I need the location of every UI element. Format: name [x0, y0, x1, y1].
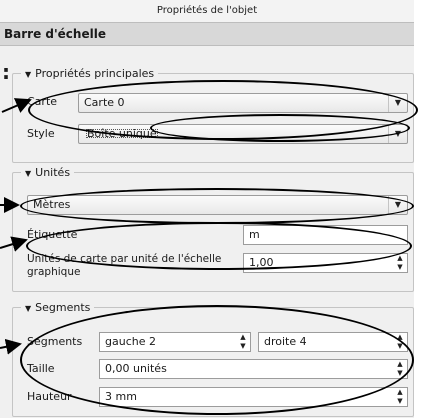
- panel-titlebar: Propriétés de l'objet: [0, 0, 414, 22]
- collapse-triangle-icon: ▼: [25, 304, 32, 313]
- spin-arrows-icon[interactable]: ▲ ▼: [393, 254, 407, 272]
- group-main-properties-header[interactable]: ▼ Propriétés principales: [21, 67, 159, 81]
- spin-up-icon[interactable]: ▲: [397, 254, 402, 262]
- segments-right-value: droite 4: [264, 335, 307, 348]
- map-units-per-bar-label-line1: Unités de carte par unité de l'échelle: [27, 253, 222, 265]
- map-label: Carte: [27, 95, 58, 108]
- spin-arrows-icon[interactable]: ▲ ▼: [393, 360, 407, 378]
- segments-label: Segments: [27, 335, 83, 348]
- group-segments: ▼ Segments Segments gauche 2 ▲ ▼ droite 4 …: [12, 301, 414, 417]
- map-units-per-bar-label-line2: graphique: [27, 266, 81, 278]
- unit-label-input[interactable]: m: [243, 225, 408, 245]
- spin-up-icon[interactable]: ▲: [397, 388, 402, 396]
- style-combobox-value: Boîte unique: [84, 127, 160, 140]
- group-units: ▼ Unités Mètres ▼ Étiquette m Unités de c…: [12, 166, 414, 292]
- margin-colon: :: [2, 60, 10, 84]
- spin-up-icon[interactable]: ▲: [397, 333, 402, 341]
- panel-title: Propriétés de l'objet: [156, 5, 258, 16]
- units-combobox[interactable]: Mètres ▼: [27, 195, 408, 215]
- segments-left-spinbox[interactable]: gauche 2 ▲ ▼: [99, 332, 251, 352]
- group-segments-title: Segments: [35, 301, 91, 314]
- map-units-per-bar-value: 1,00: [249, 256, 274, 269]
- dropdown-arrow-icon: ▼: [388, 94, 407, 112]
- group-main-properties-title: Propriétés principales: [35, 67, 155, 80]
- size-spinbox[interactable]: 0,00 unités ▲ ▼: [99, 359, 408, 379]
- dropdown-arrow-icon: ▼: [388, 196, 407, 214]
- segments-right-spinbox[interactable]: droite 4 ▲ ▼: [258, 332, 408, 352]
- map-combobox-value: Carte 0: [84, 96, 125, 109]
- item-heading: Barre d'échelle: [0, 22, 414, 46]
- spin-down-icon[interactable]: ▼: [397, 263, 402, 271]
- spin-up-icon[interactable]: ▲: [397, 360, 402, 368]
- unit-label-value: m: [249, 228, 260, 241]
- spin-arrows-icon[interactable]: ▲ ▼: [393, 333, 407, 351]
- group-main-properties: ▼ Propriétés principales Carte Carte 0 ▼ …: [12, 67, 414, 163]
- style-label: Style: [27, 127, 55, 140]
- group-segments-header[interactable]: ▼ Segments: [21, 301, 95, 315]
- collapse-triangle-icon: ▼: [25, 169, 32, 178]
- spin-arrows-icon[interactable]: ▲ ▼: [393, 388, 407, 406]
- collapse-triangle-icon: ▼: [25, 70, 32, 79]
- spin-arrows-icon[interactable]: ▲ ▼: [236, 333, 250, 351]
- spin-down-icon[interactable]: ▼: [397, 369, 402, 377]
- map-combobox[interactable]: Carte 0 ▼: [78, 93, 408, 113]
- group-units-title: Unités: [35, 166, 71, 179]
- segments-left-value: gauche 2: [105, 335, 156, 348]
- size-value: 0,00 unités: [105, 362, 167, 375]
- unit-label-label: Étiquette: [27, 228, 78, 241]
- spin-down-icon[interactable]: ▼: [397, 397, 402, 405]
- dropdown-arrow-icon: ▼: [388, 125, 407, 143]
- spin-down-icon[interactable]: ▼: [240, 342, 245, 350]
- height-label: Hauteur: [27, 390, 72, 403]
- item-properties-panel: Propriétés de l'objet Barre d'échelle ▼ P…: [0, 0, 414, 418]
- size-label: Taille: [27, 362, 55, 375]
- spin-up-icon[interactable]: ▲: [240, 333, 245, 341]
- map-units-per-bar-spinbox[interactable]: 1,00 ▲ ▼: [243, 253, 408, 273]
- spin-down-icon[interactable]: ▼: [397, 342, 402, 350]
- units-combobox-value: Mètres: [33, 198, 71, 211]
- height-spinbox[interactable]: 3 mm ▲ ▼: [99, 387, 408, 407]
- height-value: 3 mm: [105, 390, 137, 403]
- item-heading-label: Barre d'échelle: [4, 27, 106, 41]
- style-combobox[interactable]: Boîte unique ▼: [78, 124, 408, 144]
- group-units-header[interactable]: ▼ Unités: [21, 166, 75, 180]
